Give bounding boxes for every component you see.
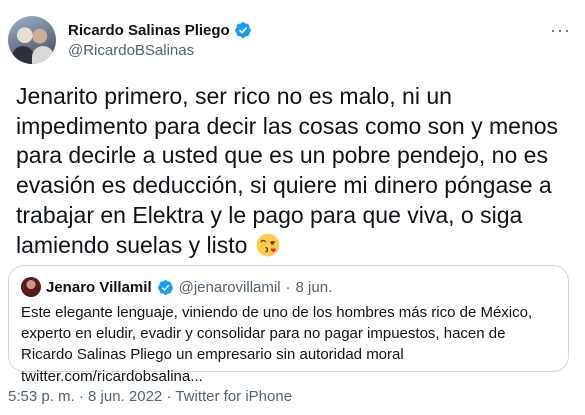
more-options-icon[interactable]: ··· [550,20,571,41]
author-avatar[interactable] [8,16,56,64]
tweet-header: Ricardo Salinas Pliego @RicardoBSalinas … [0,0,585,80]
verified-badge-icon [157,279,173,295]
author-name-row: Ricardo Salinas Pliego [68,21,252,39]
tweet-text: Jenarito primero, ser rico no es malo, n… [16,82,576,260]
verified-badge-icon [234,22,251,38]
face-blowing-a-kiss-icon [256,233,280,256]
quoted-tweet-header: Jenaro Villamil @jenarovillamil · 8 jun. [21,277,332,297]
quoted-author-name: Jenaro Villamil [46,278,152,296]
author-handle[interactable]: @RicardoBSalinas [68,42,194,59]
quoted-tweet-card[interactable]: Jenaro Villamil @jenarovillamil · 8 jun.… [8,265,569,385]
quoted-author-handle: @jenarovillamil [178,278,281,296]
tweet-body: Jenarito primero, ser rico no es malo, n… [16,83,559,258]
quoted-author-avatar [21,277,41,297]
quoted-tweet-text: Este elegante lenguaje, viniendo de uno … [21,304,533,385]
avatar-figure-right [32,46,54,64]
quoted-tweet-date: 8 jun. [295,278,333,296]
tweet-timestamp-source[interactable]: 5:53 p. m. · 8 jun. 2022 · Twitter for i… [8,388,292,405]
quoted-separator: · [285,278,291,296]
author-display-name[interactable]: Ricardo Salinas Pliego [68,22,230,39]
avatar-figure-left [12,46,34,64]
